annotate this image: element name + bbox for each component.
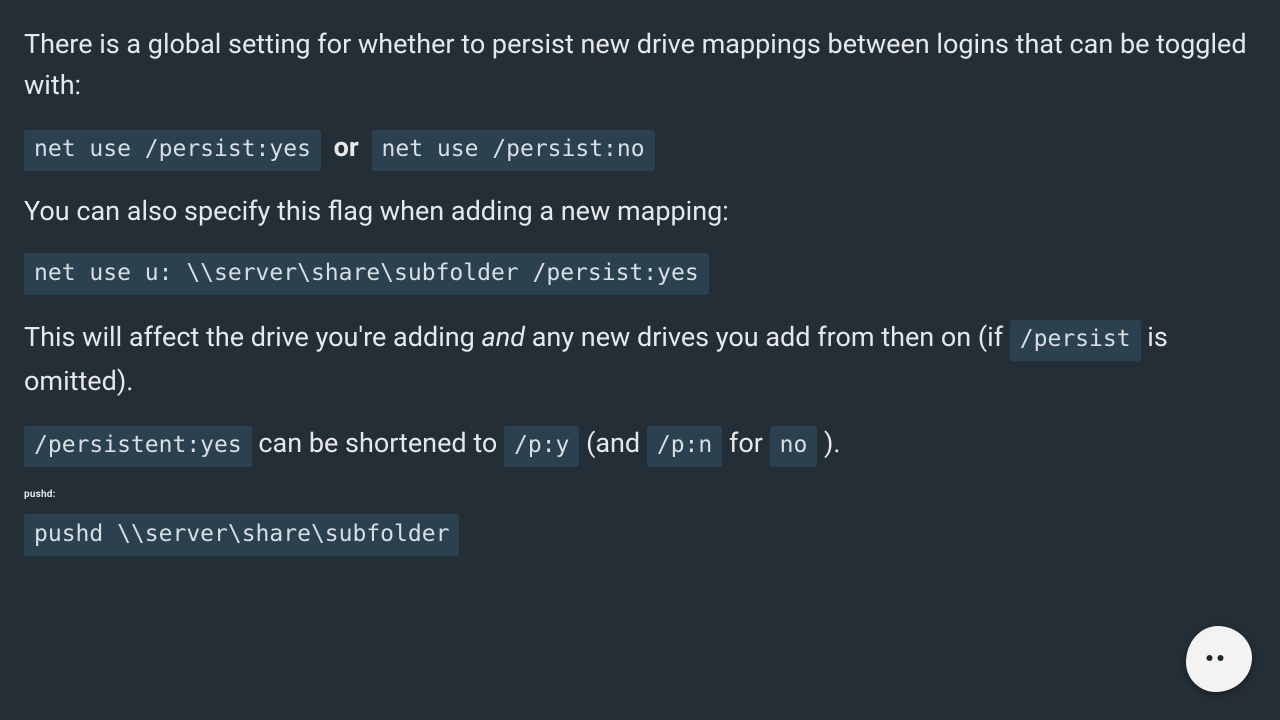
text-shortened-mid2: (and [579,427,646,459]
code-p-y: /p:y [504,426,579,467]
document-page: There is a global setting for whether to… [0,0,1280,720]
text-effect-mid: any new drives you add from then on (if [525,321,1010,353]
heading-pushd: pushd: [24,489,1256,500]
code-no: no [770,426,818,467]
paragraph-specify-flag: You can also specify this flag when addi… [24,191,1256,232]
persist-toggle-line: net use /persist:yes or net use /persist… [24,127,1256,171]
code-block-pushd: pushd \\server\share\subfolder [24,514,459,556]
code-persist-no: net use /persist:no [372,130,655,171]
code-p-n: /p:n [647,426,722,467]
chat-avatar-eyes [1207,655,1224,661]
paragraph-effect: This will affect the drive you're adding… [24,317,1256,401]
text-shortened-mid1: can be shortened to [252,427,504,459]
chat-widget[interactable] [1186,626,1252,692]
text-and-italic: and [482,321,525,353]
code-block-net-use: net use u: \\server\share\subfolder /per… [24,253,709,295]
code-persist-yes: net use /persist:yes [24,130,321,171]
text-effect-pre: This will affect the drive you're adding [24,321,482,353]
label-or: or [334,131,359,163]
text-shortened-post: ). [817,427,840,459]
text-shortened-mid3: for [722,427,769,459]
code-persist-flag: /persist [1010,320,1141,361]
code-persistent-yes: /persistent:yes [24,426,252,467]
paragraph-shortened: /persistent:yes can be shortened to /p:y… [24,423,1256,467]
paragraph-intro: There is a global setting for whether to… [24,24,1256,105]
